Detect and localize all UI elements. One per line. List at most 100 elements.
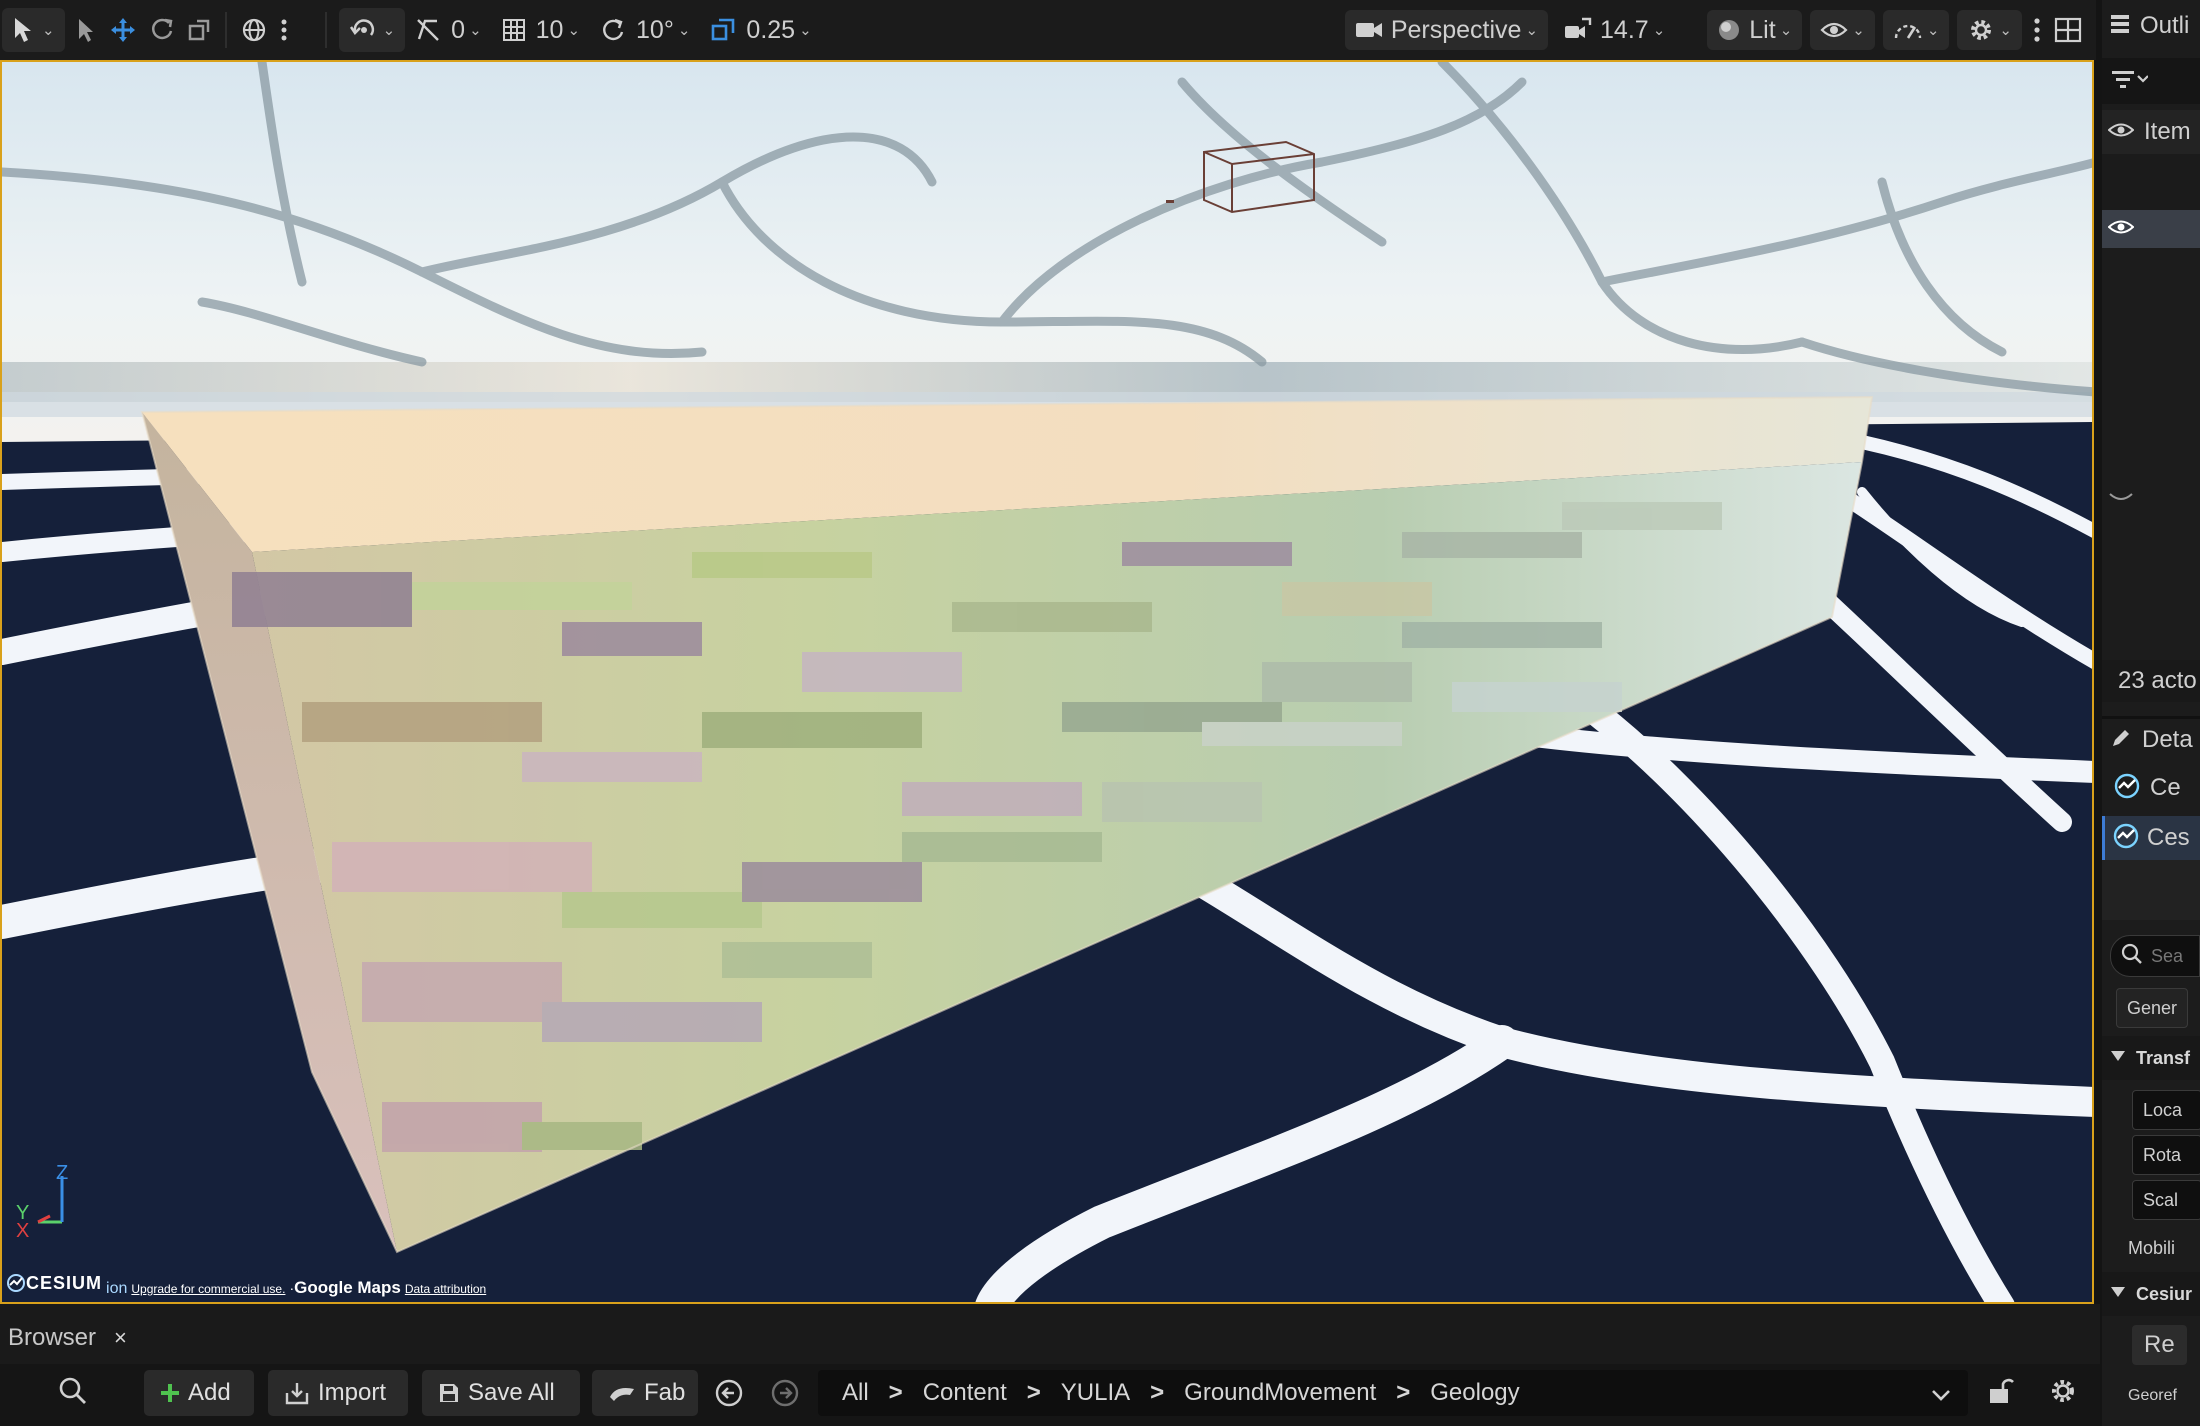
breadcrumb-separator[interactable]: > — [1150, 1379, 1164, 1407]
scale-snap-icon — [710, 17, 736, 43]
chevron-down-icon: ⌄ — [42, 22, 55, 39]
import-button[interactable]: Import — [268, 1370, 408, 1416]
map-attribution: CESIUM ion Upgrade for commercial use. ·… — [6, 1273, 490, 1299]
cursor-arrow-button[interactable] — [69, 8, 103, 52]
breadcrumb-content[interactable]: Content — [923, 1379, 1007, 1407]
general-tab-label: Gener — [2127, 997, 2178, 1018]
transform-section-label: Transf — [2136, 1047, 2191, 1068]
view-mode-dropdown[interactable]: Perspective ⌄ — [1344, 10, 1549, 50]
pencil-icon — [2110, 727, 2132, 754]
location-field[interactable]: Loca — [2132, 1090, 2200, 1130]
refresh-button[interactable]: Re — [2132, 1325, 2187, 1365]
outliner-row-hidden[interactable] — [2102, 490, 2200, 512]
forward-arrow-icon[interactable] — [770, 1378, 800, 1413]
data-attribution-link[interactable]: Data attribution — [405, 1282, 486, 1296]
breadcrumb-groundmovement[interactable]: GroundMovement — [1184, 1379, 1376, 1407]
eye-closed-icon[interactable] — [2108, 492, 2134, 511]
details-subcomponents — [2102, 860, 2200, 920]
details-search-input[interactable]: Sea — [2110, 935, 2200, 977]
details-actor-row[interactable]: Ce — [2102, 766, 2200, 810]
search-icon[interactable] — [58, 1376, 88, 1411]
camera-speed-value: 14.7 — [1600, 15, 1649, 44]
save-all-button[interactable]: Save All — [422, 1370, 580, 1416]
level-viewport[interactable]: Z Y X CESIUM ion Upgrade for commercial … — [0, 60, 2094, 1304]
rotation-field[interactable]: Rota — [2132, 1135, 2200, 1175]
filter-icon[interactable] — [2112, 69, 2149, 94]
move-gizmo-icon — [109, 16, 137, 44]
eye-icon — [2107, 121, 2135, 144]
cesium-icon — [2114, 773, 2140, 804]
fab-button[interactable]: Fab — [592, 1370, 698, 1416]
chevron-down-icon[interactable] — [1930, 1382, 1952, 1410]
eye-icon — [1820, 20, 1848, 40]
fab-button-label: Fab — [644, 1379, 686, 1406]
breadcrumb-separator[interactable]: > — [1396, 1379, 1410, 1407]
select-mode-dropdown[interactable]: ⌄ — [2, 8, 65, 52]
lighting-mode-label: Lit — [1749, 15, 1776, 44]
google-maps-label: Google Maps — [294, 1278, 401, 1297]
close-icon[interactable]: × — [114, 1325, 127, 1351]
scale-field[interactable]: Scal — [2132, 1180, 2200, 1220]
chevron-down-icon: ⌄ — [382, 22, 396, 39]
save-icon — [438, 1382, 460, 1404]
viewport-more-button[interactable] — [2026, 8, 2048, 52]
chevron-down-icon: ⌄ — [1779, 22, 1793, 39]
breadcrumb-yulia[interactable]: YULIA — [1061, 1379, 1130, 1407]
performance-dropdown[interactable]: ⌄ — [1882, 10, 1950, 50]
gear-icon[interactable] — [2048, 1376, 2078, 1411]
view-mode-label: Perspective — [1390, 15, 1522, 44]
rotation-snap-value: 10° — [636, 15, 674, 44]
item-label-column[interactable]: Item — [2144, 118, 2191, 146]
import-button-label: Import — [318, 1379, 387, 1406]
rotation-snap-toggle[interactable]: 10° ⌄ — [594, 8, 696, 52]
outliner-title[interactable]: Outli — [2140, 12, 2189, 40]
content-browser-tab[interactable]: Browser × — [0, 1312, 141, 1364]
right-side-panel: Outli Item 23 acto Deta Ce Ces Sea Gener — [2102, 0, 2200, 1426]
outliner-row[interactable] — [2102, 154, 2200, 210]
viewport-settings-dropdown[interactable]: ⌄ — [1957, 10, 2022, 50]
chevron-down-icon: ⌄ — [1852, 22, 1865, 39]
scale-snap-toggle[interactable]: 0.25 ⌄ — [704, 8, 817, 52]
layout-icon — [2054, 17, 2082, 43]
show-flags-dropdown[interactable]: ⌄ — [1810, 10, 1875, 50]
scale-label: Scal — [2143, 1189, 2179, 1210]
details-component-row-selected[interactable]: Ces — [2102, 816, 2200, 860]
coordinate-system-button[interactable] — [235, 8, 273, 52]
translate-snap-toggle[interactable]: 0 ⌄ — [409, 8, 487, 52]
scale-button[interactable] — [181, 8, 217, 52]
cesium-logo: CESIUM — [6, 1273, 102, 1294]
lighting-mode-dropdown[interactable]: Lit ⌄ — [1707, 10, 1803, 50]
breadcrumb-geology[interactable]: Geology — [1430, 1379, 1519, 1407]
general-tab-row: Gener — [2102, 986, 2200, 1030]
back-arrow-icon[interactable] — [714, 1378, 744, 1413]
mobility-label: Mobili — [2128, 1237, 2176, 1258]
outliner-header: Outli — [2102, 8, 2200, 44]
breadcrumb-separator[interactable]: > — [1027, 1379, 1041, 1407]
camera-speed-dropdown[interactable]: 14.7 ⌄ — [1558, 8, 1671, 52]
outliner-column-header: Item — [2102, 110, 2200, 154]
cesium-section-header[interactable]: Cesiur — [2102, 1272, 2200, 1316]
chevron-down-icon: ⌄ — [1926, 22, 1940, 39]
eye-icon[interactable] — [2107, 218, 2135, 241]
lock-icon[interactable] — [1986, 1376, 2014, 1411]
add-button-label: Add — [188, 1379, 231, 1406]
details-header: Deta — [2102, 716, 2200, 761]
details-title[interactable]: Deta — [2142, 726, 2193, 754]
import-icon — [284, 1381, 310, 1405]
add-button[interactable]: Add — [144, 1370, 254, 1416]
general-tab[interactable]: Gener — [2116, 988, 2189, 1028]
surface-snap-dropdown[interactable]: ⌄ — [338, 8, 406, 52]
more-options-button[interactable] — [273, 8, 295, 52]
rotate-icon — [149, 17, 175, 43]
rotate-button[interactable] — [143, 8, 181, 52]
grid-snap-toggle[interactable]: 10 ⌄ — [496, 8, 586, 52]
outliner-row-selected[interactable] — [2102, 210, 2200, 248]
actor-count: 23 acto — [2118, 667, 2197, 694]
breadcrumb-all[interactable]: All — [842, 1379, 869, 1407]
move-gizmo-button[interactable] — [103, 8, 143, 52]
breadcrumb-separator[interactable]: > — [889, 1379, 903, 1407]
upgrade-link[interactable]: Upgrade for commercial use. — [131, 1282, 285, 1296]
viewport-layout-button[interactable] — [2048, 8, 2088, 52]
chevron-down-icon: ⌄ — [799, 22, 812, 39]
transform-section-header[interactable]: Transf — [2102, 1036, 2200, 1080]
